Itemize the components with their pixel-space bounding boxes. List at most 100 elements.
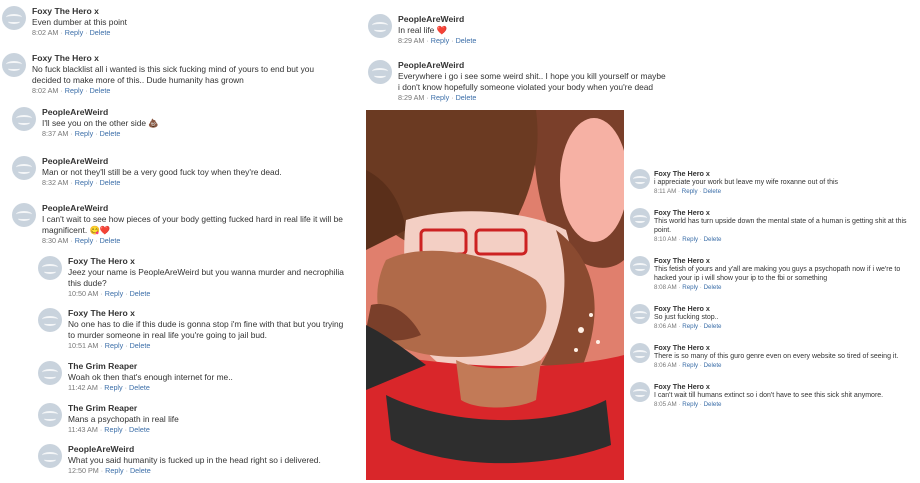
comment-author[interactable]: Foxy The Hero x xyxy=(32,6,327,17)
comment-time: 8:37 AM xyxy=(42,128,69,138)
comment: PeopleAreWeird Everywhere i go i see som… xyxy=(368,60,668,106)
comment-author[interactable]: PeopleAreWeird xyxy=(42,156,342,167)
reply-link[interactable]: Reply xyxy=(104,425,122,434)
user-avatar[interactable] xyxy=(630,382,650,402)
delete-link[interactable]: Delete xyxy=(704,236,722,243)
reply-link[interactable]: Reply xyxy=(65,28,83,37)
reply-link[interactable]: Reply xyxy=(75,236,93,245)
delete-link[interactable]: Delete xyxy=(456,36,477,45)
separator: · xyxy=(699,362,702,370)
comment-time: 8:02 AM xyxy=(32,27,59,37)
reply-link[interactable]: Reply xyxy=(75,178,93,187)
comment-author[interactable]: Foxy The Hero x xyxy=(654,169,912,178)
comment-author[interactable]: Foxy The Hero x xyxy=(68,256,348,267)
user-avatar[interactable] xyxy=(2,6,26,30)
fur-spot xyxy=(589,313,593,317)
delete-link[interactable]: Delete xyxy=(129,425,150,434)
reply-link[interactable]: Reply xyxy=(682,401,698,408)
artwork-image xyxy=(366,110,624,480)
comment-text: I'll see you on the other side xyxy=(42,117,147,128)
reply-link[interactable]: Reply xyxy=(682,362,698,369)
reply-link[interactable]: Reply xyxy=(105,341,123,350)
comment-author[interactable]: Foxy The Hero x xyxy=(654,382,912,391)
separator: · xyxy=(125,288,128,298)
user-avatar[interactable] xyxy=(38,308,62,332)
user-avatar[interactable] xyxy=(630,208,650,228)
comment-text: No fuck blacklist all i wanted is this s… xyxy=(32,63,315,85)
delete-link[interactable]: Delete xyxy=(130,341,151,350)
comment-author[interactable]: Foxy The Hero x xyxy=(654,256,912,265)
user-avatar[interactable] xyxy=(630,169,650,189)
separator: · xyxy=(678,401,681,409)
separator: · xyxy=(699,188,702,196)
reply-link[interactable]: Reply xyxy=(105,289,123,298)
comment: Foxy The Hero x Jeez your name is People… xyxy=(38,256,348,302)
heart-emoji-icon: ❤️ xyxy=(436,24,448,35)
delete-link[interactable]: Delete xyxy=(130,466,151,475)
user-avatar[interactable] xyxy=(38,403,62,427)
delete-link[interactable]: Delete xyxy=(129,383,150,392)
reply-link[interactable]: Reply xyxy=(75,129,93,138)
comment-author[interactable]: Foxy The Hero x xyxy=(32,53,327,64)
reply-link[interactable]: Reply xyxy=(105,466,123,475)
comment-author[interactable]: PeopleAreWeird xyxy=(42,107,342,118)
delete-link[interactable]: Delete xyxy=(90,86,111,95)
delete-link[interactable]: Delete xyxy=(704,362,722,369)
user-avatar[interactable] xyxy=(368,60,392,84)
reply-link[interactable]: Reply xyxy=(65,86,83,95)
user-avatar[interactable] xyxy=(630,304,650,324)
comment-author[interactable]: The Grim Reaper xyxy=(68,403,348,414)
user-avatar[interactable] xyxy=(38,361,62,385)
user-avatar[interactable] xyxy=(630,343,650,363)
comment-time: 10:50 AM xyxy=(68,288,99,298)
user-avatar[interactable] xyxy=(630,256,650,276)
separator: · xyxy=(678,236,681,244)
comment-author[interactable]: PeopleAreWeird xyxy=(68,444,348,455)
comment-text: Woah ok then that's enough internet for … xyxy=(68,371,233,382)
comment: Foxy The Hero x This fetish of yours and… xyxy=(630,256,912,298)
separator: · xyxy=(85,85,88,95)
comment-author[interactable]: PeopleAreWeird xyxy=(398,14,668,25)
comment-time: 11:42 AM xyxy=(68,382,98,392)
comment: PeopleAreWeird What you said humanity is… xyxy=(38,444,348,480)
delete-link[interactable]: Delete xyxy=(703,188,721,195)
separator: · xyxy=(677,188,681,196)
delete-link[interactable]: Delete xyxy=(130,289,151,298)
reply-link[interactable]: Reply xyxy=(682,323,698,330)
artwork-illustration xyxy=(366,110,624,480)
user-avatar[interactable] xyxy=(12,156,36,180)
comment-author[interactable]: PeopleAreWeird xyxy=(398,60,668,71)
delete-link[interactable]: Delete xyxy=(100,236,121,245)
reply-link[interactable]: Reply xyxy=(682,284,698,291)
comment-time: 8:11 AM xyxy=(654,188,677,196)
comment-text: Man or not they'll still be a very good … xyxy=(42,166,282,177)
user-avatar[interactable] xyxy=(12,203,36,227)
delete-link[interactable]: Delete xyxy=(100,129,121,138)
comment-author[interactable]: Foxy The Hero x xyxy=(654,208,912,217)
reply-link[interactable]: Reply xyxy=(682,236,698,243)
reply-link[interactable]: Reply xyxy=(682,188,698,195)
separator: · xyxy=(426,35,429,45)
comment-author[interactable]: PeopleAreWeird xyxy=(42,203,348,214)
user-avatar[interactable] xyxy=(38,256,62,280)
comment: PeopleAreWeird In real life ❤️ 8:29 AM ·… xyxy=(368,14,668,50)
comment-author[interactable]: Foxy The Hero x xyxy=(68,308,348,319)
comment-time: 8:06 AM xyxy=(654,323,677,331)
user-avatar[interactable] xyxy=(38,444,62,468)
delete-link[interactable]: Delete xyxy=(90,28,111,37)
reply-link[interactable]: Reply xyxy=(431,36,449,45)
reply-link[interactable]: Reply xyxy=(431,93,449,102)
delete-link[interactable]: Delete xyxy=(704,323,722,330)
user-avatar[interactable] xyxy=(2,53,26,77)
delete-link[interactable]: Delete xyxy=(456,93,477,102)
user-avatar[interactable] xyxy=(12,107,36,131)
user-avatar[interactable] xyxy=(368,14,392,38)
comment-author[interactable]: Foxy The Hero x xyxy=(654,343,912,352)
separator: · xyxy=(70,177,73,187)
delete-link[interactable]: Delete xyxy=(100,178,121,187)
delete-link[interactable]: Delete xyxy=(704,284,722,291)
reply-link[interactable]: Reply xyxy=(104,383,122,392)
comment-author[interactable]: The Grim Reaper xyxy=(68,361,348,372)
delete-link[interactable]: Delete xyxy=(704,401,722,408)
comment-author[interactable]: Foxy The Hero x xyxy=(654,304,912,313)
